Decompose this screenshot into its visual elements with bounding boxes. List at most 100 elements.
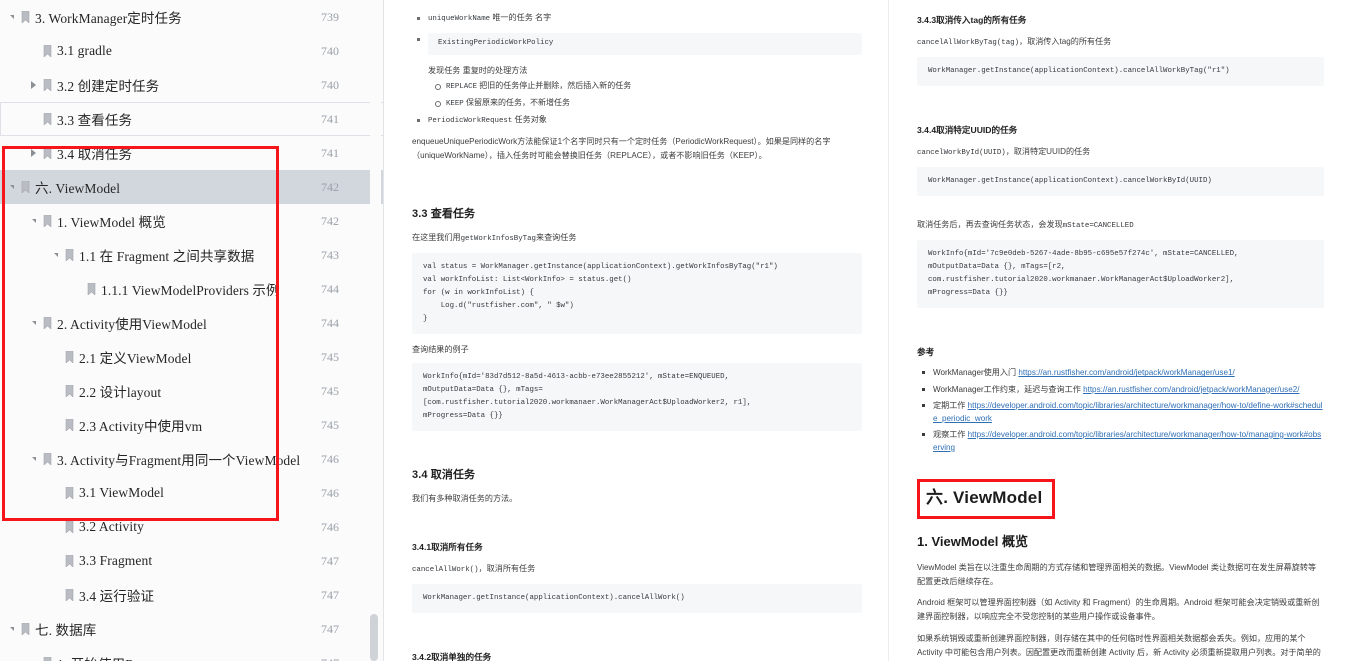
- lead-pre: 在这里我们用: [412, 233, 461, 243]
- chapter-title-annotation-box: 六. ViewModel: [917, 479, 1056, 519]
- bookmark-icon: [62, 238, 76, 272]
- reference-item: WorkManager使用入门 https://an.rustfisher.co…: [922, 366, 1324, 379]
- toc-item-label: 3.4 取消任务: [57, 147, 133, 162]
- toc-item-label: 3.2 创建定时任务: [57, 79, 160, 94]
- chevron-down-icon[interactable]: [27, 442, 40, 476]
- bookmark-icon: [18, 612, 32, 646]
- toc-item[interactable]: 2.3 Activity中使用vm 745: [0, 408, 383, 442]
- note-pre: 取消任务后，再去查询任务状态，会发现: [917, 219, 1063, 229]
- chapter-title: 六. ViewModel: [926, 488, 1043, 508]
- reference-item: 定期工作 https://developer.android.com/topic…: [922, 399, 1324, 425]
- toc-item-label: 3.4 运行验证: [79, 589, 155, 604]
- toc-item[interactable]: 3. Activity与Fragment用同一个ViewModel 746: [0, 442, 383, 476]
- toc-item-page-number: 741: [321, 145, 339, 160]
- reference-link[interactable]: https://developer.android.com/topic/libr…: [933, 430, 1321, 452]
- bookmark-icon: [40, 646, 54, 661]
- toc-item-page-number: 742: [321, 179, 339, 194]
- twisty-placeholder: [49, 374, 62, 408]
- toc-item[interactable]: 3.2 Activity 746: [0, 510, 383, 544]
- heading-references: 参考: [917, 346, 935, 357]
- chevron-down-icon[interactable]: [27, 204, 40, 238]
- toc-item[interactable]: 1.1 在 Fragment 之间共享数据 743: [0, 238, 383, 272]
- section-title: 1. ViewModel 概览: [917, 533, 1029, 549]
- code-getworkinfosbytag: getWorkInfosByTag: [460, 235, 536, 244]
- sec34-lead: 我们有多种取消任务的方法。: [412, 493, 518, 503]
- toc-item[interactable]: 3.3 Fragment 747: [0, 544, 383, 578]
- bookmark-icon: [62, 510, 76, 544]
- reference-link[interactable]: https://developer.android.com/topic/libr…: [933, 401, 1323, 423]
- code-block-query-tasks: val status = WorkManager.getInstance(app…: [412, 253, 862, 334]
- toc-item-page-number: 739: [321, 9, 339, 24]
- list-item: KEEP 保留原来的任务，不新增任务: [435, 97, 862, 111]
- bullet-text: 唯一的任务 名字: [490, 13, 552, 22]
- toc-item[interactable]: 1. ViewModel 概览 742: [0, 204, 383, 238]
- toc-item-label: 3.3 Fragment: [79, 553, 153, 568]
- chevron-right-icon[interactable]: [27, 68, 40, 102]
- policy-options-list: REPLACE 把旧的任务停止并删除，然后插入新的任务 KEEP 保留原来的任务…: [428, 80, 862, 111]
- sec344-lead: cancelWorkById(UUID)，取消特定UUID的任务: [917, 145, 1324, 160]
- toc-item[interactable]: 3. WorkManager定时任务 739: [0, 0, 383, 34]
- reference-link[interactable]: https://an.rustfisher.com/android/jetpac…: [1018, 368, 1234, 377]
- table-of-contents-list[interactable]: 3. WorkManager定时任务 739 3.1 gradle 740 3.2 创建…: [0, 0, 383, 661]
- sec33-lead: 在这里我们用getWorkInfosByTag来查询任务: [412, 231, 862, 246]
- references-list[interactable]: WorkManager使用入门 https://an.rustfisher.co…: [917, 366, 1324, 454]
- twisty-placeholder: [49, 476, 62, 510]
- toc-item-label: 3.3 查看任务: [57, 113, 133, 128]
- toc-item[interactable]: 2.2 设计layout 745: [0, 374, 383, 408]
- toc-item-label: 2. Activity使用ViewModel: [57, 317, 207, 332]
- toc-item-label: 六. ViewModel: [35, 181, 121, 196]
- reference-link[interactable]: https://an.rustfisher.com/android/jetpac…: [1083, 385, 1299, 394]
- heading-3-4-4: 3.4.4取消特定UUID的任务: [917, 124, 1018, 135]
- lead-post: ，取消特定UUID的任务: [1005, 146, 1091, 156]
- sidebar-scrollbar-track[interactable]: [370, 0, 381, 661]
- toc-item[interactable]: 3.1 ViewModel 746: [0, 476, 383, 510]
- toc-item-label: 1.1 在 Fragment 之间共享数据: [79, 249, 255, 264]
- toc-item[interactable]: 3.4 取消任务 741: [0, 136, 383, 170]
- body-paragraph: 如果系统销毁或重新创建界面控制器，则存储在其中的任何临时性界面相关数据都会丢失。…: [917, 634, 1321, 658]
- toc-item[interactable]: 3.3 查看任务 741: [0, 102, 383, 136]
- toc-item-label: 2.2 设计layout: [79, 385, 162, 400]
- reference-item: 观察工作 https://developer.android.com/topic…: [922, 428, 1324, 454]
- bookmark-icon: [18, 170, 32, 204]
- toc-item-label: 2.1 定义ViewModel: [79, 351, 192, 366]
- cancel-note: 取消任务后，再去查询任务状态，会发现mState=CANCELLED: [917, 218, 1324, 233]
- toc-item[interactable]: 3.2 创建定时任务 740: [0, 68, 383, 102]
- code-mstate-cancelled: mState=CANCELLED: [1062, 221, 1134, 230]
- code-block-cancel-all: WorkManager.getInstance(applicationConte…: [412, 583, 862, 613]
- toc-item[interactable]: 六. ViewModel 742: [0, 170, 383, 204]
- toc-item-page-number: 740: [321, 77, 339, 92]
- toc-item[interactable]: 1. 开始使用Room747: [0, 646, 383, 661]
- toc-item-label: 1.1.1 ViewModelProviders 示例: [101, 283, 280, 298]
- reference-label: WorkManager工作约束，延迟与查询工作: [933, 384, 1084, 394]
- list-item: REPLACE 把旧的任务停止并删除，然后插入新的任务: [435, 80, 862, 94]
- code-cancelallwork: cancelAllWork(): [412, 565, 479, 574]
- twisty-placeholder: [49, 340, 62, 374]
- bookmarks-sidebar[interactable]: 3. WorkManager定时任务 739 3.1 gradle 740 3.2 创建…: [0, 0, 384, 661]
- chevron-down-icon[interactable]: [5, 170, 18, 204]
- document-pages: uniqueWorkName 唯一的任务 名字 ExistingPeriodic…: [384, 0, 1350, 661]
- toc-item-label: 3. WorkManager定时任务: [35, 11, 182, 26]
- toc-item[interactable]: 七. 数据库 747: [0, 612, 383, 646]
- toc-item[interactable]: 3.1 gradle 740: [0, 34, 383, 68]
- chevron-down-icon[interactable]: [5, 612, 18, 646]
- lead-post: ，取消传入tag的所有任务: [1019, 36, 1112, 46]
- enqueue-unique-paragraph: enqueueUniquePeriodicWork方法能保证1个名字同时只有一个…: [412, 136, 831, 160]
- chevron-down-icon[interactable]: [27, 306, 40, 340]
- sec343-lead: cancelAllWorkByTag(tag)，取消传入tag的所有任务: [917, 35, 1324, 50]
- toc-item[interactable]: 3.4 运行验证 747: [0, 578, 383, 612]
- sidebar-scrollbar-thumb[interactable]: [370, 614, 378, 661]
- toc-item-page-number: 742: [321, 213, 339, 228]
- toc-item[interactable]: 1.1.1 ViewModelProviders 示例 744: [0, 272, 383, 306]
- toc-item[interactable]: 2. Activity使用ViewModel 744: [0, 306, 383, 340]
- chevron-right-icon[interactable]: [27, 136, 40, 170]
- chevron-down-icon[interactable]: [5, 0, 18, 34]
- toc-item-page-number: 744: [321, 315, 339, 330]
- chevron-down-icon[interactable]: [49, 238, 62, 272]
- toc-item-label: 3. Activity与Fragment用同一个ViewModel: [57, 453, 301, 468]
- toc-item-label: 3.2 Activity: [79, 519, 144, 534]
- twisty-placeholder: [49, 510, 62, 544]
- toc-item[interactable]: 2.1 定义ViewModel 745: [0, 340, 383, 374]
- reference-label: 定期工作: [933, 400, 968, 410]
- code-existing-periodic-work-policy: ExistingPeriodicWorkPolicy: [428, 32, 862, 55]
- code-cancelworkbyid: cancelWorkById(UUID): [917, 148, 1006, 157]
